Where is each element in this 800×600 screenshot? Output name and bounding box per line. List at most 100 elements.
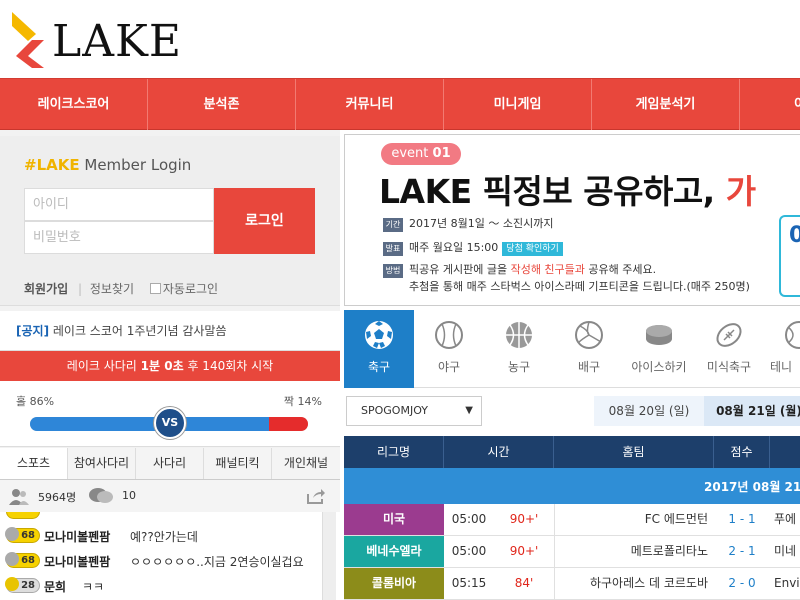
tab-sports[interactable]: 스포츠 xyxy=(0,448,68,479)
tab-basketball[interactable]: 농구 xyxy=(484,310,554,388)
away-cell: Envi xyxy=(774,576,800,590)
provider-select[interactable]: SPOGOMJOY ▼ xyxy=(346,396,482,426)
find-info-link[interactable]: 정보찾기 xyxy=(90,282,134,296)
col-away xyxy=(770,436,800,468)
basketball-icon xyxy=(506,322,532,348)
site-header: LAKE xyxy=(0,0,800,78)
event-banner[interactable]: event 01 LAKE 픽정보 공유하고, 가 기간 2017년 8월1일 ～… xyxy=(344,134,800,306)
comment-count: 10 xyxy=(122,489,136,502)
match-table: 리그명 시간 홈팀 점수 2017년 08월 21 미국 05:00 90+' … xyxy=(344,436,800,600)
league-cell: 콜롬비아 xyxy=(344,568,444,599)
rank-icon xyxy=(5,552,19,566)
sport-label: 아이스하키 xyxy=(631,360,687,374)
hockey-puck-icon xyxy=(646,325,672,345)
tab-personal-channel[interactable]: 개인채널 xyxy=(272,448,340,479)
tab-baseball[interactable]: 야구 xyxy=(414,310,484,388)
lake-logo[interactable]: LAKE xyxy=(8,10,181,68)
tab-soccer[interactable]: 축구 xyxy=(344,310,414,388)
sport-label: 농구 xyxy=(507,360,531,374)
tab-american-football[interactable]: 미식축구 xyxy=(694,310,764,388)
join-link[interactable]: 회원가입 xyxy=(24,282,68,296)
col-score: 점수 xyxy=(714,436,770,468)
tab-ice-hockey[interactable]: 아이스하키 xyxy=(624,310,694,388)
score-cell: 2 - 1 xyxy=(728,544,756,558)
banner-announce: 발표 매주 월요일 15:00 당첨 확인하기 xyxy=(383,239,563,256)
time-cell: 05:00 xyxy=(451,512,487,526)
banner-period: 기간 2017년 8월1일 ～ 소진시까지 xyxy=(383,215,553,232)
share-icon[interactable] xyxy=(306,488,326,504)
tab-penalty-kick[interactable]: 패널티킥 xyxy=(204,448,272,479)
table-date-line: 2017년 08월 21 xyxy=(344,468,800,504)
chat-scrollbar[interactable] xyxy=(322,512,336,600)
league-cell: 베네수엘라 xyxy=(344,536,444,567)
sport-label: 배구 xyxy=(577,360,601,374)
sport-label: 축구 xyxy=(367,360,391,374)
chevron-down-icon: ▼ xyxy=(465,405,473,416)
score-cell: 2 - 0 xyxy=(728,576,756,590)
password-input[interactable]: 비밀번호 xyxy=(24,221,214,254)
time-cell: 05:15 xyxy=(451,576,487,590)
soccer-ball-icon xyxy=(365,321,393,349)
even-label: 짝 14% xyxy=(283,395,322,408)
nav-item-lakescore[interactable]: 레이크스코어 xyxy=(0,79,148,130)
auto-login-checkbox[interactable] xyxy=(149,283,161,294)
id-input[interactable]: 아이디 xyxy=(24,188,214,221)
level-badge: 28 xyxy=(5,577,40,593)
sports-tabs: 축구 야구 농구 배구 아이스하키 미식축구 테니 xyxy=(344,310,800,388)
chat-list: 68 모나미볼펜팜 예??안가는데 68 모나미볼펜팜 ㅇㅇㅇㅇㅇㅇ..지금 2… xyxy=(0,512,340,600)
chat-row: 68 모나미볼펜팜 예??안가는데 xyxy=(0,525,322,547)
even-fill xyxy=(269,417,308,431)
chat-message: 예??안가는데 xyxy=(130,530,198,544)
tab-volleyball[interactable]: 배구 xyxy=(554,310,624,388)
home-cell: 메트로폴리타노 xyxy=(554,536,708,567)
login-button[interactable]: 로그인 xyxy=(214,188,315,254)
link-separator: | xyxy=(78,282,83,296)
nav-item-community[interactable]: 커뮤니티 xyxy=(296,79,444,130)
nav-item-more[interactable]: 이 xyxy=(740,79,800,130)
date-tab-aug20[interactable]: 08월 20일 (일) xyxy=(594,396,704,426)
notice-tag: [공지] xyxy=(16,324,50,338)
time-cell: 05:00 xyxy=(451,544,487,558)
table-row[interactable]: 미국 05:00 90+' FC 에드먼턴 1 - 1 푸에 xyxy=(344,504,800,536)
minute-cell: 90+' xyxy=(509,512,539,526)
login-links: 회원가입 | 정보찾기 자동로그인 xyxy=(24,280,222,297)
league-cell: 미국 xyxy=(344,504,444,535)
notice-bar[interactable]: [공지] 레이크 스코어 1주년기념 감사말씀 xyxy=(0,311,340,351)
event-badge: event 01 xyxy=(381,143,461,165)
odd-even-vote: 홀 86% 짝 14% VS xyxy=(0,381,340,447)
chat-nick[interactable]: 문희 xyxy=(44,578,66,595)
auto-login-label[interactable]: 자동로그인 xyxy=(163,282,218,296)
tennis-icon xyxy=(785,321,800,349)
sport-label: 테니 xyxy=(770,360,793,374)
odd-label: 홀 86% xyxy=(16,395,55,408)
main-nav: 레이크스코어 분석존 커뮤니티 미니게임 게임분석기 이 xyxy=(0,78,800,130)
home-cell: FC 에드먼턴 xyxy=(554,504,708,535)
logo-text: LAKE xyxy=(52,16,182,67)
chat-row: 68 모나미볼펜팜 ㅇㅇㅇㅇㅇㅇ..지금 2연승이실겁요 xyxy=(0,550,322,572)
banner-method: 방법 픽공유 게시판에 글을 작성해 친구들과 공유해 주세요. xyxy=(383,261,656,278)
chat-message: ㅇㅇㅇㅇㅇㅇ..지금 2연승이실겁요 xyxy=(130,555,304,569)
nav-item-minigame[interactable]: 미니게임 xyxy=(444,79,592,130)
chat-row: 28 문희 ㅋㅋ xyxy=(0,575,322,597)
col-league: 리그명 xyxy=(344,436,444,468)
notice-text: 레이크 스코어 1주년기념 감사말씀 xyxy=(49,324,227,338)
tab-join-ladder[interactable]: 참여사다리 xyxy=(68,448,136,479)
check-winner-button[interactable]: 당첨 확인하기 xyxy=(502,242,563,256)
date-tab-aug21[interactable]: 08월 21일 (월) xyxy=(704,396,800,426)
nav-item-analysis-zone[interactable]: 분석존 xyxy=(148,79,296,130)
left-column: #LAKE Member Login 아이디 비밀번호 로그인 회원가입 | 정… xyxy=(0,130,340,600)
col-home: 홈팀 xyxy=(554,436,714,468)
chat-tabs: 스포츠 참여사다리 사다리 패널티킥 개인채널 xyxy=(0,448,340,480)
nav-item-game-analyzer[interactable]: 게임분석기 xyxy=(592,79,740,130)
sport-label: 야구 xyxy=(437,360,461,374)
table-row[interactable]: 콜롬비아 05:15 84' 하구아레스 데 코르도바 2 - 0 Envi xyxy=(344,568,800,600)
vs-badge: VS xyxy=(154,407,186,439)
tab-ladder[interactable]: 사다리 xyxy=(136,448,204,479)
tab-tennis[interactable]: 테니 xyxy=(764,310,800,388)
chat-nick[interactable]: 모나미볼펜팜 xyxy=(44,553,110,570)
odd-fill xyxy=(30,417,269,431)
ladder-countdown: 레이크 사다리 1분 0초 후 140회차 시작 xyxy=(0,351,340,381)
table-row[interactable]: 베네수엘라 05:00 90+' 메트로폴리타노 2 - 1 미네 xyxy=(344,536,800,568)
banner-side-box: 0 xyxy=(779,215,800,297)
chat-nick[interactable]: 모나미볼펜팜 xyxy=(44,528,110,545)
